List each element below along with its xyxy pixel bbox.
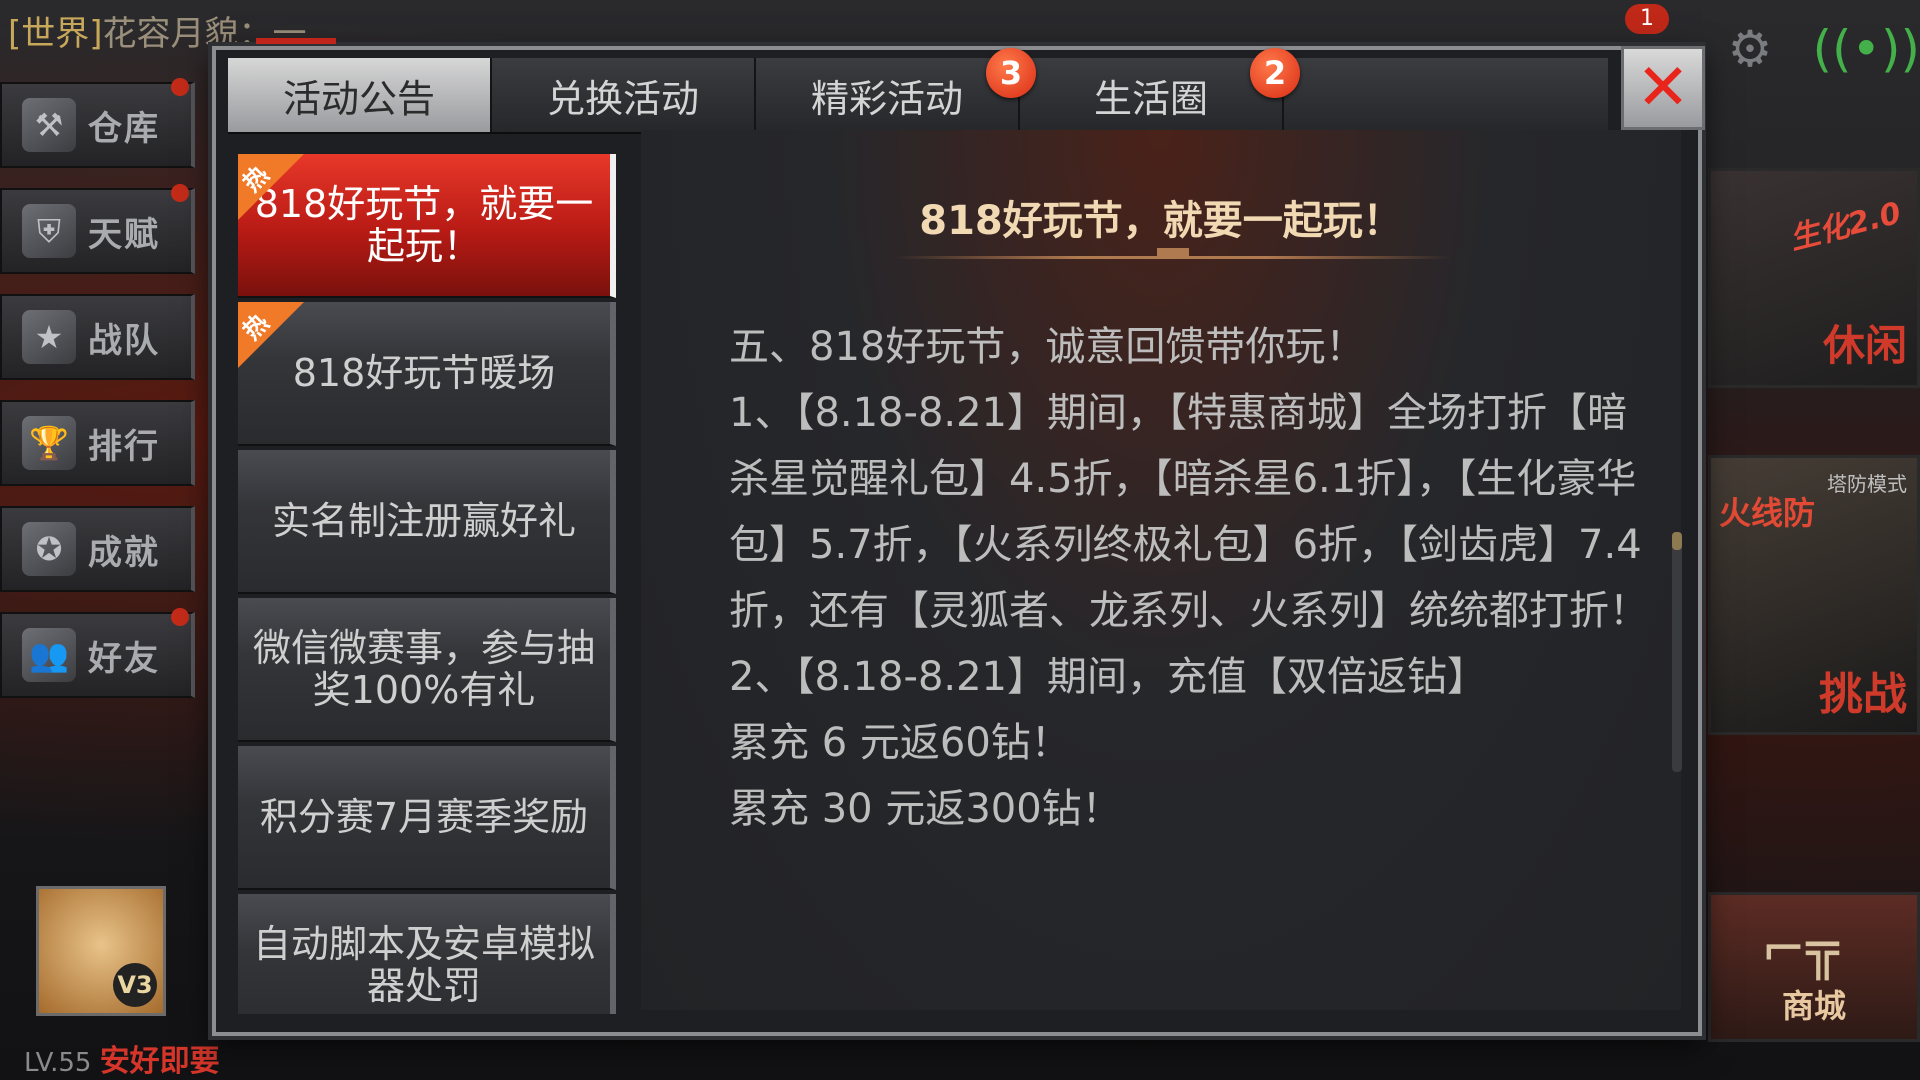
vip-badge: V3 (113, 963, 157, 1007)
list-item[interactable]: 热 818好玩节，就要一起玩！ (238, 154, 616, 298)
tab-empty (1284, 58, 1608, 132)
list-item[interactable]: 实名制注册赢好礼 (238, 450, 616, 594)
sidebar-item-label: 天赋 (88, 214, 160, 255)
list-item-title: 自动脚本及安卓模拟器处罚 (252, 922, 595, 1008)
world-chat-tag: [世界] (8, 14, 103, 54)
sidebar-item-team[interactable]: ★ 战队 (0, 294, 195, 380)
top-right-icons: ⚙ ((•)) (1728, 20, 1920, 78)
sidebar-item-label: 成就 (88, 532, 160, 573)
sidebar-item-label: 好友 (88, 638, 160, 679)
team-icon: ★ (22, 310, 76, 364)
announcement-paragraph: 累充 6 元返60钻！ (729, 720, 1071, 766)
notification-dot (171, 78, 189, 96)
notification-dot (171, 608, 189, 626)
shop-label: 商城 (1781, 987, 1846, 1025)
announcement-paragraph: 1、【8.18-8.21】期间，【特惠商城】全场打折【暗杀星觉醒礼包】4.5折，… (729, 390, 1649, 634)
mode-subtitle: 塔防模式 (1827, 472, 1907, 496)
player-level: LV.55 (24, 1048, 92, 1078)
list-item[interactable]: 自动脚本及安卓模拟器处罚 (238, 894, 616, 1014)
content-scrollbar[interactable] (1672, 532, 1682, 772)
sidebar-item-talent[interactable]: ⛨ 天赋 (0, 184, 195, 274)
tab-label: 活动公告 (282, 76, 435, 121)
sidebar-item-achievement[interactable]: ✪ 成就 (0, 506, 195, 592)
announcement-paragraph: 五、818好玩节，诚意回馈带你玩！ (729, 324, 1366, 370)
list-item-title: 实名制注册赢好礼 (271, 499, 576, 543)
announcement-dialog: 活动公告 兑换活动 精彩活动 3 生活圈 2 ✕ 热 818好玩节，就要一起玩！… (212, 38, 1705, 1036)
hot-ribbon-icon: 热 (238, 302, 304, 368)
trophy-icon: 🏆 (22, 416, 76, 470)
sidebar-item-label: 仓库 (88, 108, 160, 149)
wifi-icon: ((•)) (1812, 20, 1920, 78)
announcement-body: 五、818好玩节，诚意回馈带你玩！ 1、【8.18-8.21】期间，【特惠商城】… (729, 314, 1649, 842)
talent-icon: ⛨ (22, 204, 76, 258)
challenge-mode-panel[interactable]: 塔防模式 火线防 挑战 (1708, 455, 1920, 735)
mail-count-badge: 1 (1625, 4, 1669, 34)
player-name: 安好即要 (99, 1044, 220, 1079)
close-icon: ✕ (1636, 51, 1690, 125)
shop-button[interactable]: ⌐╦ 商城 (1708, 892, 1920, 1042)
player-info: LV.55 安好即要 (24, 1036, 220, 1080)
mode-tag: 生化2.0 (1786, 195, 1905, 258)
close-button[interactable]: ✕ (1621, 46, 1705, 130)
tab-announcements[interactable]: 活动公告 (228, 58, 492, 132)
mode-name: 火线防 (1719, 494, 1816, 532)
tab-label: 兑换活动 (546, 76, 699, 121)
sidebar-item-warehouse[interactable]: ⚒ 仓库 (0, 78, 195, 168)
tab-label: 精彩活动 (810, 76, 963, 121)
casual-mode-panel[interactable]: 生化2.0 休闲 (1708, 168, 1920, 388)
dialog-tabs: 活动公告 兑换活动 精彩活动 3 生活圈 2 (228, 48, 1608, 134)
gear-icon[interactable]: ⚙ (1728, 20, 1773, 78)
sidebar-item-friends[interactable]: 👥 好友 (0, 608, 195, 698)
gun-icon: ⌐╦ (1761, 917, 1839, 980)
sidebar-item-ranking[interactable]: 🏆 排行 (0, 400, 195, 486)
announcement-paragraph: 累充 30 元返300钻！ (729, 786, 1122, 832)
list-item[interactable]: 热 818好玩节暖场 (238, 302, 616, 446)
announcement-title: 818好玩节，就要一起玩！ (919, 198, 1403, 244)
list-item[interactable]: 积分赛7月赛季奖励 (238, 746, 616, 890)
notification-dot (171, 184, 189, 202)
list-item-title: 818好玩节暖场 (292, 351, 556, 395)
announcement-content: 818好玩节，就要一起玩！ 五、818好玩节，诚意回馈带你玩！ 1、【8.18-… (641, 130, 1681, 1010)
list-item-title: 积分赛7月赛季奖励 (259, 795, 589, 839)
mode-label: 挑战 (1819, 669, 1907, 720)
tab-featured-events[interactable]: 精彩活动 3 (756, 48, 1036, 132)
friends-icon: 👥 (22, 628, 76, 682)
announcement-list: 热 818好玩节，就要一起玩！ 热 818好玩节暖场 实名制注册赢好礼 微信微赛… (238, 154, 622, 1014)
announcement-paragraph: 2、【8.18-8.21】期间，充值【双倍返钻】 (729, 654, 1488, 700)
sidebar-item-label: 战队 (88, 320, 160, 361)
hot-ribbon-icon: 热 (238, 154, 304, 220)
medal-icon: ✪ (22, 522, 76, 576)
tab-life-circle[interactable]: 生活圈 2 (1020, 48, 1300, 132)
mode-label: 休闲 (1822, 321, 1907, 370)
player-avatar[interactable]: V3 (36, 886, 166, 1016)
list-item-title: 微信微赛事，参与抽奖100%有礼 (252, 626, 595, 712)
list-item[interactable]: 微信微赛事，参与抽奖100%有礼 (238, 598, 616, 742)
tab-exchange[interactable]: 兑换活动 (492, 58, 756, 132)
warehouse-icon: ⚒ (22, 98, 76, 152)
tab-label: 生活圈 (1093, 76, 1208, 121)
sidebar-item-label: 排行 (88, 426, 160, 467)
title-divider (895, 248, 1451, 259)
